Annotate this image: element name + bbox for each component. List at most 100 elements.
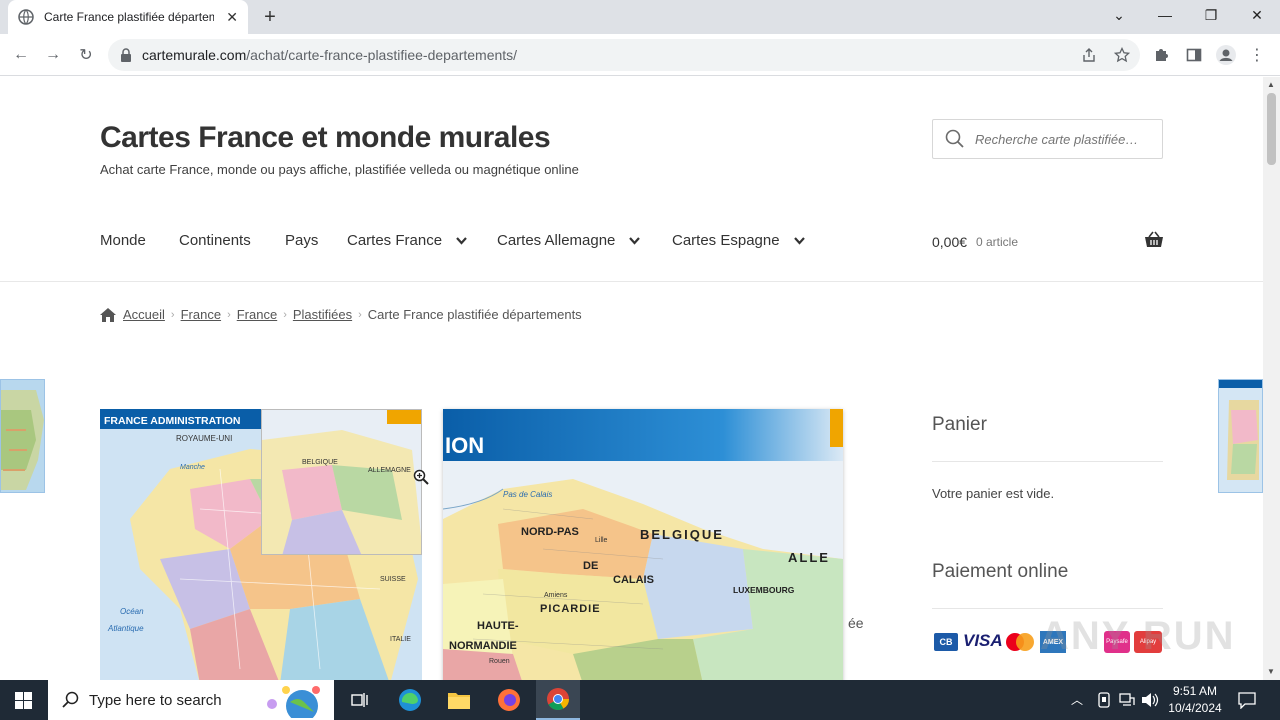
menu-item-monde[interactable]: Monde (100, 232, 146, 249)
volume-icon[interactable] (1141, 692, 1159, 708)
breadcrumb-separator: › (358, 308, 362, 321)
share-icon[interactable] (1081, 47, 1097, 63)
search-icon (62, 691, 79, 708)
scroll-down-arrow-icon[interactable]: ▼ (1267, 667, 1275, 676)
scrollbar-thumb[interactable] (1267, 93, 1276, 165)
thumb-title: FRANCE ADMINISTRATION (104, 415, 241, 427)
cb-logo: CB (934, 633, 958, 651)
forward-icon[interactable]: → (40, 42, 66, 68)
partial-description-text: ée (848, 615, 864, 631)
sidebar-divider (932, 608, 1163, 609)
network-icon[interactable] (1119, 692, 1135, 708)
menu-label: Continents (179, 232, 251, 249)
menu-label: Pays (285, 232, 319, 249)
zoom-label-luxembourg: LUXEMBOURG (733, 585, 795, 595)
windows-taskbar: Type here to search ︿ 9:51 AM 10/4/2024 (0, 680, 1280, 720)
zoom-label-calais: CALAIS (613, 574, 654, 586)
chevron-down-icon[interactable] (456, 236, 467, 245)
cart-count[interactable]: 0 article (976, 235, 1018, 249)
menu-item-cartes-espagne[interactable]: Cartes Espagne (672, 232, 805, 249)
taskbar-clock[interactable]: 9:51 AM 10/4/2024 (1160, 683, 1230, 717)
cart-total[interactable]: 0,00€ (932, 234, 967, 250)
zoom-label-picardie: PICARDIE (540, 603, 601, 615)
minimize-icon[interactable]: — (1142, 0, 1188, 30)
zoom-label-lille: Lille (595, 537, 608, 544)
browser-tab[interactable]: Carte France plastifiée départem ✕ (8, 0, 248, 34)
task-view-icon[interactable] (340, 684, 380, 716)
tab-search-chevron-icon[interactable]: ⌄ (1096, 0, 1142, 30)
product-search-box[interactable] (932, 119, 1163, 159)
tab-strip: Carte France plastifiée départem ✕ + ⌄ —… (0, 0, 1280, 34)
thumb-label: Océan (120, 607, 144, 616)
file-explorer-icon[interactable] (439, 684, 479, 716)
thumb-label: Manche (180, 464, 205, 471)
firefox-icon[interactable] (489, 684, 529, 716)
address-bar[interactable]: cartemurale.com/achat/carte-france-plast… (108, 39, 1140, 71)
chrome-taskbar-icon[interactable] (536, 680, 580, 720)
reload-icon[interactable]: ↻ (73, 42, 99, 68)
clock-time: 9:51 AM (1172, 684, 1218, 698)
menu-label: Cartes Allemagne (497, 232, 616, 249)
clock-date: 10/4/2024 (1168, 701, 1222, 715)
menu-item-cartes-france[interactable]: Cartes France (347, 232, 467, 249)
taskbar-search-box[interactable]: Type here to search (48, 680, 334, 720)
thumb-label: ROYAUME-UNI (176, 434, 232, 443)
menu-label: Monde (100, 232, 146, 249)
site-title[interactable]: Cartes France et monde murales (100, 121, 551, 155)
mastercard-logo (1006, 633, 1034, 651)
globe-icon (18, 9, 34, 25)
windows-start-icon[interactable] (15, 692, 32, 709)
side-panel-icon[interactable] (1186, 47, 1202, 63)
carousel-prev-thumbnail[interactable] (0, 379, 45, 493)
shopping-basket-icon[interactable] (1144, 231, 1164, 249)
tab-close-icon[interactable]: ✕ (226, 9, 238, 26)
close-window-icon[interactable]: ✕ (1234, 0, 1280, 30)
notification-center-icon[interactable] (1238, 691, 1256, 709)
browser-toolbar: ← → ↻ cartemurale.com/achat/carte-france… (0, 34, 1280, 76)
visa-logo: VISA (963, 631, 1003, 650)
back-icon[interactable]: ← (8, 42, 34, 68)
breadcrumb-link-france[interactable]: France (181, 307, 221, 322)
menu-label: Cartes Espagne (672, 232, 780, 249)
search-input[interactable] (975, 131, 1155, 147)
new-tab-button[interactable]: + (258, 6, 282, 28)
zoom-in-icon (413, 469, 429, 485)
tray-device-icon[interactable] (1097, 692, 1111, 708)
scroll-up-arrow-icon[interactable]: ▲ (1267, 80, 1275, 89)
browser-menu-icon[interactable]: ⋮ (1247, 42, 1267, 68)
breadcrumb-link-france-2[interactable]: France (237, 307, 277, 322)
page-scrollbar[interactable]: ▲ ▼ (1263, 77, 1280, 680)
menu-item-cartes-allemagne[interactable]: Cartes Allemagne (497, 232, 641, 249)
breadcrumb-link-plastifiees[interactable]: Plastifiées (293, 307, 352, 322)
page-viewport: Cartes France et monde murales Achat car… (0, 77, 1263, 680)
chevron-down-icon[interactable] (793, 236, 805, 245)
header-divider (0, 281, 1263, 282)
lens-label: ALLEMAGNE (368, 467, 411, 474)
zoom-label-normandie: NORMANDIE (449, 640, 517, 652)
edge-browser-icon[interactable] (390, 684, 430, 716)
menu-item-pays[interactable]: Pays (285, 232, 318, 249)
thumb-label: ITALIE (390, 636, 411, 643)
home-icon[interactable] (100, 307, 116, 322)
extensions-puzzle-icon[interactable] (1153, 47, 1169, 63)
menu-item-continents[interactable]: Continents (179, 232, 251, 249)
menu-label: Cartes France (347, 232, 443, 249)
breadcrumb-current: Carte France plastifiée départements (367, 307, 582, 322)
chevron-down-icon[interactable] (629, 236, 641, 245)
bookmark-star-icon[interactable] (1114, 47, 1130, 63)
product-zoom-view[interactable]: ION BELGIQUE ALLE LUXEMBOURG NORD-PAS DE… (443, 409, 843, 680)
breadcrumb-separator: › (283, 308, 287, 321)
restore-icon[interactable]: ❐ (1188, 0, 1234, 30)
breadcrumb-link-accueil[interactable]: Accueil (123, 307, 165, 322)
cart-empty-message: Votre panier est vide. (932, 486, 1055, 501)
zoom-label-de: DE (583, 560, 598, 572)
zoom-lens[interactable]: BELGIQUE ALLEMAGNE (261, 409, 422, 555)
site-description: Achat carte France, monde ou pays affich… (100, 162, 579, 177)
tray-chevron-up-icon[interactable]: ︿ (1071, 691, 1083, 708)
thumb-label: SUISSE (380, 576, 406, 583)
carousel-next-thumbnail[interactable] (1218, 379, 1263, 493)
sidebar-cart-heading: Panier (932, 414, 987, 435)
url-path: /achat/carte-france-plastifiee-departeme… (246, 47, 518, 63)
profile-avatar-icon[interactable] (1216, 45, 1236, 65)
sidebar-divider (932, 461, 1163, 462)
